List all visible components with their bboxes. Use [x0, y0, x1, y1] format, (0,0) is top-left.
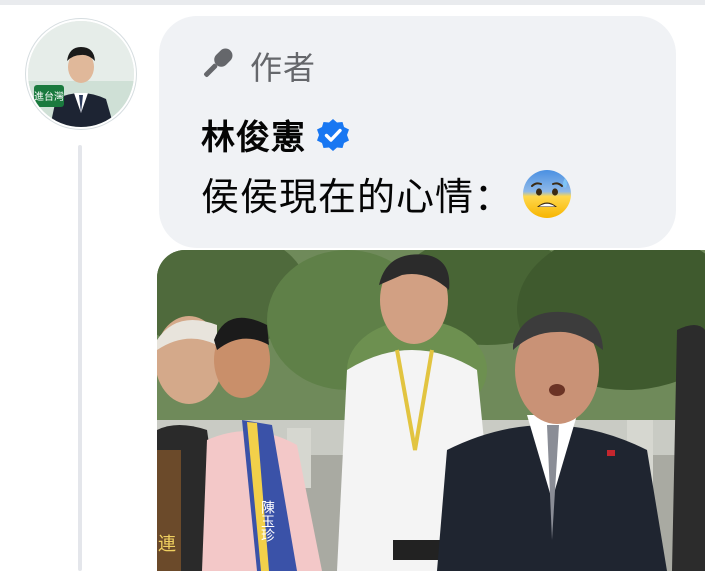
author-name[interactable]: 林俊憲: [201, 110, 306, 159]
microphone-icon: [196, 43, 238, 90]
comment-body: 侯侯現在的心情：: [201, 166, 573, 221]
sash-text: 陳玉珍: [259, 500, 275, 542]
anxious-face-emoji-icon: [523, 169, 572, 218]
banner-text: 連: [158, 534, 176, 555]
verified-badge-icon: [317, 118, 349, 151]
author-badge: 作者: [196, 46, 316, 86]
author-tag-label: 作者: [250, 50, 317, 86]
avatar-badge: 進台灣: [34, 90, 64, 103]
thread-line: [78, 145, 82, 571]
comment-photo[interactable]: 連 陳玉珍: [157, 250, 705, 571]
comment-bubble: 作者 林俊憲 侯侯現在的心情：: [159, 16, 676, 248]
avatar[interactable]: 進台灣: [28, 21, 134, 127]
top-divider: [0, 0, 705, 5]
comment-text: 侯侯現在的心情：: [201, 177, 514, 219]
